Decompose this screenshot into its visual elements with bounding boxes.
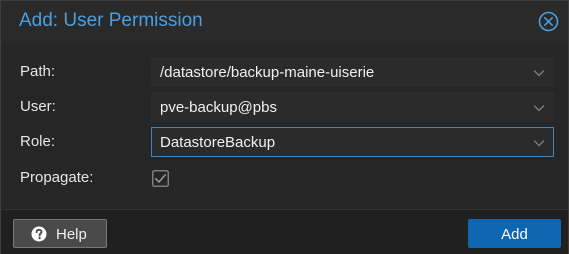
dialog-body: Path: /datastore/backup-maine-uiserie Us… [1,43,568,209]
chevron-down-icon[interactable] [532,136,546,150]
propagate-checkbox[interactable] [152,170,169,187]
help-button[interactable]: Help [13,219,107,248]
role-value: DatastoreBackup [160,134,276,151]
user-value: pve-backup@pbs [160,99,277,116]
path-combobox[interactable]: /datastore/backup-maine-uiserie [151,57,554,87]
close-icon[interactable] [538,11,559,32]
role-label: Role: [20,133,56,150]
question-circle-icon [31,226,47,242]
role-row: Role: DatastoreBackup [1,127,568,157]
user-label: User: [20,98,56,115]
chevron-down-icon[interactable] [532,66,546,80]
add-button[interactable]: Add [468,219,561,248]
path-value: /datastore/backup-maine-uiserie [160,64,375,81]
user-row: User: pve-backup@pbs [1,92,568,122]
role-combobox[interactable]: DatastoreBackup [151,127,554,157]
dialog-title: Add: User Permission [19,10,203,31]
dialog-footer: Help Add [1,209,568,254]
path-row: Path: /datastore/backup-maine-uiserie [1,57,568,87]
add-user-permission-dialog: Add: User Permission Path: /datastore/ba… [0,0,569,254]
user-combobox[interactable]: pve-backup@pbs [151,92,554,122]
chevron-down-icon[interactable] [532,101,546,115]
dialog-titlebar: Add: User Permission [1,1,568,43]
add-button-label: Add [501,226,528,243]
propagate-row: Propagate: [1,163,568,193]
path-label: Path: [20,63,56,80]
propagate-label: Propagate: [20,169,94,186]
help-button-label: Help [56,226,87,243]
